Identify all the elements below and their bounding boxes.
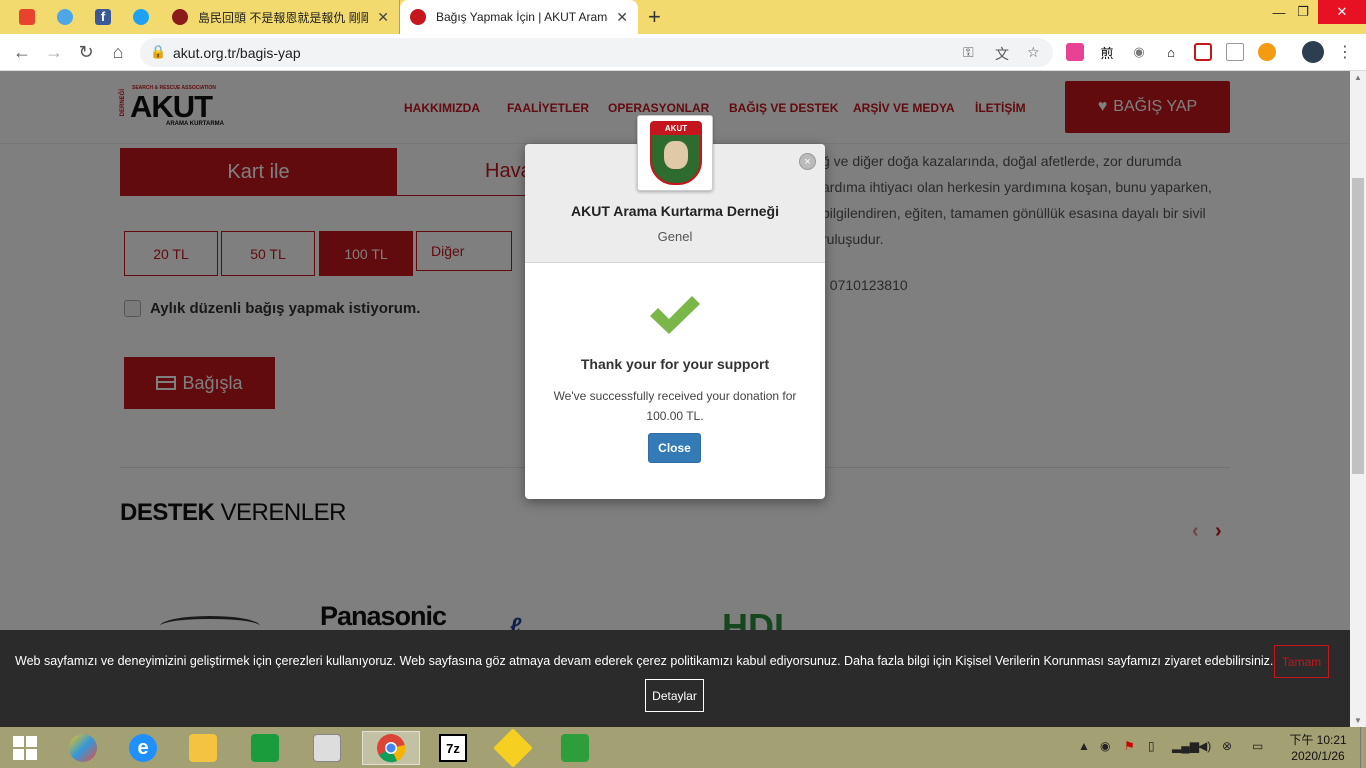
tray-security-icon[interactable]: ⚑ (1124, 739, 1135, 753)
extension-icon[interactable]: ⌂ (1162, 43, 1180, 61)
app-icon (19, 9, 35, 25)
app-icon (69, 734, 97, 762)
hand-icon (664, 141, 688, 169)
wifi-signal-icon[interactable]: ▂▄▆ (1172, 739, 1199, 753)
tray-device-icon[interactable]: ▯ (1148, 739, 1155, 753)
taskbar-notepad[interactable] (298, 731, 356, 765)
modal-close-button[interactable]: Close (648, 433, 701, 463)
ie-icon: e (129, 734, 157, 762)
lock-icon[interactable]: 🔒 (150, 44, 166, 60)
windows-icon (13, 736, 37, 760)
start-button[interactable] (0, 731, 50, 765)
profile-avatar[interactable] (1302, 41, 1324, 63)
translate-icon[interactable]: 文 (995, 44, 1009, 64)
checkmark-icon (650, 296, 700, 334)
key-icon[interactable]: ⚿ (963, 44, 974, 61)
tab-title: 島民回頭 不是報恩就是報仇 剛剛 (198, 10, 370, 25)
7zip-icon: 7z (439, 734, 467, 762)
extension-icon[interactable] (1226, 43, 1244, 61)
donation-success-modal: AKUT Arama Kurtarma Derneği Genel AKUT ×… (525, 115, 825, 499)
tray-app-icon[interactable]: ◉ (1100, 739, 1110, 753)
volume-icon[interactable]: ◀) (1198, 739, 1211, 753)
tray-close-icon[interactable]: ⊗ (1222, 739, 1232, 753)
tab-title: Bağış Yapmak İçin | AKUT Arama Kurtarma … (436, 10, 608, 24)
browser-toolbar: ← → ↻ ⌂ 🔒 akut.org.tr/bagis-yap ⚿ 文 ☆ 煎 … (0, 34, 1366, 71)
menu-icon[interactable]: ⋮ (1336, 43, 1354, 61)
show-desktop-button[interactable] (1360, 727, 1366, 768)
tab-close-icon[interactable]: ✕ (377, 9, 389, 26)
scrollbar-thumb[interactable] (1352, 178, 1364, 474)
address-bar[interactable]: 🔒 akut.org.tr/bagis-yap ⚿ 文 ☆ (140, 38, 1053, 67)
tab-akut[interactable]: Bağış Yapmak İçin | AKUT Arama Kurtarma … (400, 0, 638, 34)
taskbar-app[interactable] (484, 728, 542, 768)
browser-tab-strip: f 島民回頭 不是報恩就是報仇 剛剛 ✕ Bağış Yapmak İçin |… (0, 0, 1366, 34)
extension-icon[interactable] (1194, 43, 1212, 61)
calculator-icon (561, 734, 589, 762)
cookie-banner: Web sayfamızı ve deneyimizini geliştirme… (0, 630, 1350, 727)
pinned-tab-1[interactable] (8, 0, 46, 34)
shield-band: AKUT (652, 123, 700, 135)
modal-category: Genel (657, 229, 693, 244)
globe-icon[interactable]: ◉ (1130, 43, 1148, 61)
taskbar-ie[interactable]: e (114, 731, 172, 765)
new-tab-button[interactable]: + (648, 4, 661, 30)
extension-icon[interactable] (1066, 43, 1084, 61)
drop-icon (57, 9, 73, 25)
cookie-accept-button[interactable]: Tamam (1274, 645, 1329, 678)
extension-icon[interactable]: 煎 (1098, 43, 1116, 61)
taskbar-7zip[interactable]: 7z (424, 731, 482, 765)
reload-button[interactable]: ↻ (74, 40, 98, 64)
page-scrollbar[interactable]: ▲ ▼ (1350, 71, 1366, 727)
back-button[interactable]: ← (10, 40, 34, 64)
store-icon (251, 734, 279, 762)
system-clock[interactable]: 下午 10:21 2020/1/26 (1284, 732, 1352, 764)
cookie-details-button[interactable]: Detaylar (645, 679, 704, 712)
modal-org-name: AKUT Arama Kurtarma Derneği (571, 203, 779, 219)
tab-island[interactable]: 島民回頭 不是報恩就是報仇 剛剛 ✕ (162, 0, 400, 34)
taskbar-app[interactable] (54, 731, 112, 765)
taskbar-calculator[interactable] (546, 731, 604, 765)
akut-emblem: AKUT (637, 115, 713, 191)
taskbar-chrome[interactable] (362, 731, 420, 765)
modal-close-icon[interactable]: × (799, 153, 816, 170)
modal-message: We've successfully received your donatio… (553, 389, 797, 423)
forward-button[interactable]: → (42, 40, 66, 64)
shield-icon: AKUT (650, 121, 702, 185)
pinned-tab-twitter[interactable] (122, 0, 160, 34)
url-text[interactable]: akut.org.tr/bagis-yap (173, 45, 301, 61)
tray-expand-icon[interactable]: ▲ (1078, 739, 1090, 753)
notification-icon[interactable]: ▭ (1252, 739, 1263, 753)
twitter-icon (133, 9, 149, 25)
windows-taskbar: e 7z ▲ ◉ ⚑ ▯ ▂▄▆ ◀) ⊗ ▭ 下午 10:21 2020/1/… (0, 727, 1366, 768)
folder-icon (189, 734, 217, 762)
clock-time: 下午 10:21 (1289, 733, 1347, 747)
bookmark-star-icon[interactable]: ☆ (1027, 44, 1040, 61)
app-icon (493, 728, 533, 768)
extension-icon[interactable] (1258, 43, 1276, 61)
scroll-down-icon[interactable]: ▼ (1354, 716, 1362, 725)
cookie-message: Web sayfamızı ve deneyimizini geliştirme… (15, 654, 1274, 668)
tab-close-icon[interactable]: ✕ (616, 9, 628, 26)
clock-date: 2020/1/26 (1291, 749, 1345, 763)
pinned-tab-facebook[interactable]: f (84, 0, 122, 34)
pinned-tab-2[interactable] (46, 0, 84, 34)
facebook-icon: f (95, 9, 111, 25)
pirate-icon (172, 9, 188, 25)
home-button[interactable]: ⌂ (106, 40, 130, 64)
taskbar-store[interactable] (236, 731, 294, 765)
akut-favicon-icon (410, 9, 426, 25)
notepad-icon (313, 734, 341, 762)
modal-title: Thank your for your support (580, 356, 770, 372)
chrome-icon (377, 734, 406, 763)
web-page: SEARCH & RESCUE ASSOCIATION DERNEĞİ AKUT… (0, 71, 1350, 727)
window-close-button[interactable]: ✕ (1318, 0, 1366, 24)
scroll-up-icon[interactable]: ▲ (1354, 73, 1362, 82)
taskbar-explorer[interactable] (174, 731, 232, 765)
